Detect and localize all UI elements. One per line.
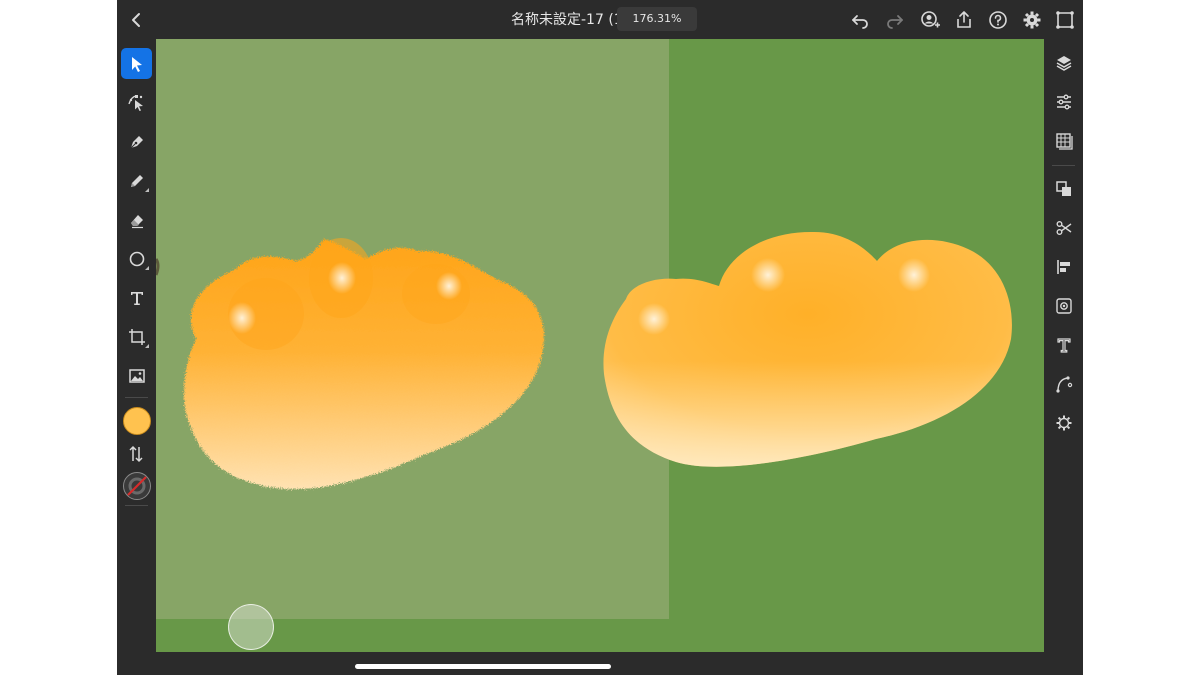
fit-screen-icon [1056,11,1074,29]
node-select-icon [127,94,143,111]
align-button[interactable] [1051,254,1077,280]
bread-watercolor[interactable] [184,238,544,490]
layers-icon [1056,56,1072,71]
layers-button[interactable] [1051,50,1077,76]
settings-button[interactable] [1020,8,1044,32]
sliders-icon [1057,94,1071,110]
type-properties-button[interactable] [1051,332,1077,358]
grid-icon [1056,133,1073,150]
pen-tool[interactable] [121,126,152,157]
pointer-icon [131,56,142,72]
tool-options-indicator [145,188,149,192]
plugins-button[interactable] [1051,410,1077,436]
invite-user-icon [921,11,940,28]
invite-button[interactable] [918,8,942,32]
share-button[interactable] [952,8,976,32]
canvas[interactable] [156,39,1044,652]
gear-icon [1023,11,1041,29]
stray-stroke [156,258,160,276]
redo-icon [887,15,903,29]
help-icon [989,11,1007,29]
no-color-icon [127,476,147,496]
shape-tool[interactable] [121,243,152,274]
image-icon [128,368,145,383]
pencil-icon [130,174,143,187]
scissors-button[interactable] [1051,215,1077,241]
image-tool[interactable] [121,360,152,391]
pencil-tool[interactable] [121,165,152,196]
stroke-color-swatch[interactable] [123,472,151,500]
select-tool[interactable] [121,48,152,79]
circle-icon [129,251,144,266]
type-icon [130,291,143,305]
zoom-level[interactable]: 176.31% [617,7,697,31]
align-left-icon [1057,260,1070,274]
help-button[interactable] [986,8,1010,32]
touch-cursor [228,604,274,650]
scissors-icon [1056,221,1072,235]
type-properties-icon [1057,338,1071,353]
path-icon [1056,376,1073,393]
fill-color-swatch[interactable] [123,407,151,435]
fit-screen-button[interactable] [1053,8,1077,32]
app-window: 名称未設定-17 (1) 176.31% [117,0,1083,675]
right-panel [1044,39,1083,675]
path-button[interactable] [1051,371,1077,397]
tool-options-indicator [145,266,149,270]
direct-select-tool[interactable] [121,87,152,118]
left-toolbar [117,39,156,675]
arrange-icon [1056,181,1071,196]
panel-divider [1052,165,1075,166]
transform-icon [128,328,145,345]
recolor-button[interactable] [1051,293,1077,319]
swap-colors-button[interactable] [126,444,146,464]
top-bar: 名称未設定-17 (1) 176.31% [117,0,1083,39]
home-indicator[interactable] [355,664,611,669]
chevron-left-icon [132,13,140,27]
eraser-icon [130,214,143,228]
back-button[interactable] [125,8,149,32]
artwork [156,231,1012,490]
bread-smooth[interactable] [603,231,1012,467]
type-tool[interactable] [121,282,152,313]
toolbar-divider [125,397,148,398]
toolbar-divider [125,505,148,506]
share-icon [957,11,971,28]
libraries-button[interactable] [1051,128,1077,154]
document-title[interactable]: 名称未設定-17 (1) [511,11,628,29]
pen-icon [130,135,143,148]
tool-options-indicator [145,344,149,348]
swap-arrows-icon [129,445,143,463]
eraser-tool[interactable] [121,204,152,235]
arrange-button[interactable] [1051,176,1077,202]
gear-cog-icon [1056,415,1072,431]
undo-icon [852,15,868,29]
transform-tool[interactable] [121,321,152,352]
recolor-icon [1056,298,1072,314]
redo-button[interactable] [883,8,907,32]
properties-button[interactable] [1051,89,1077,115]
undo-button[interactable] [848,8,872,32]
